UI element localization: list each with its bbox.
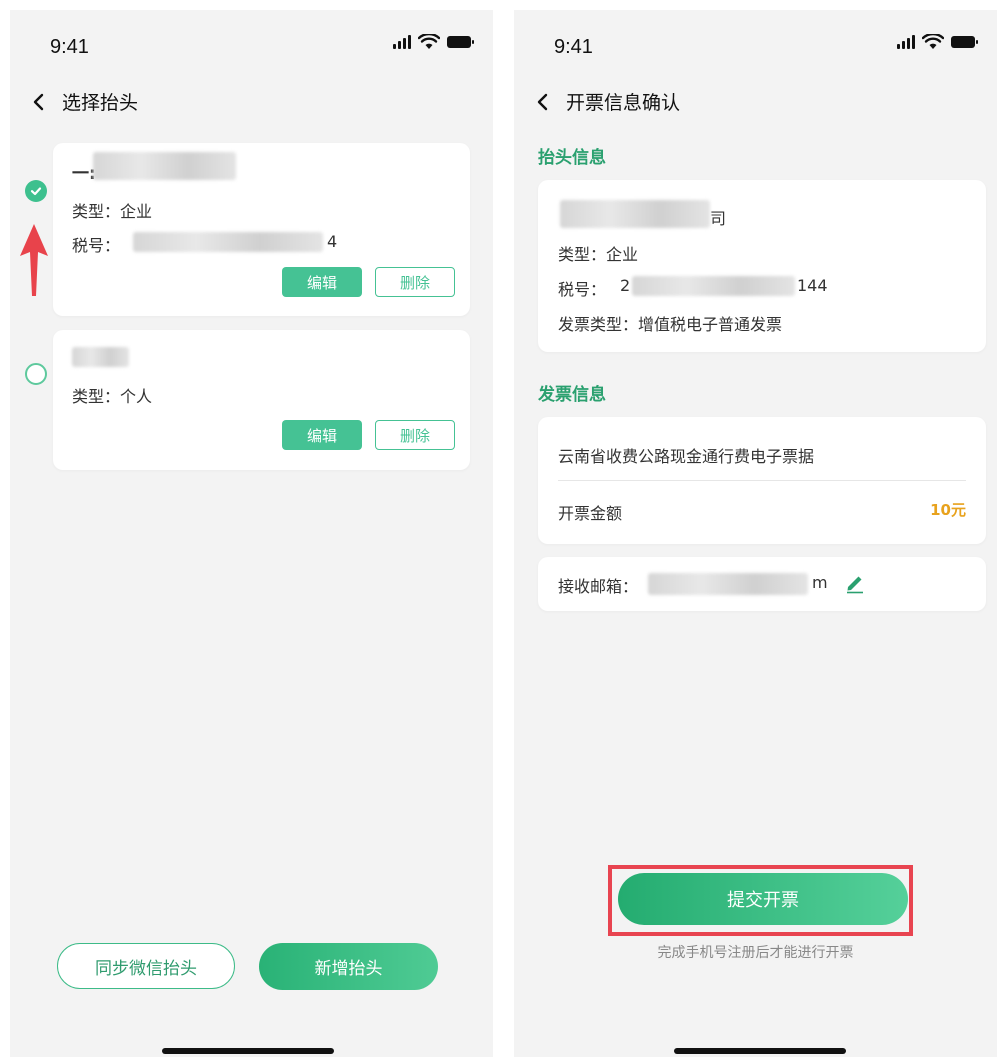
radio-selected-icon[interactable]	[25, 180, 47, 202]
delete-button[interactable]: 删除	[375, 420, 455, 450]
status-time: 9:41	[50, 36, 89, 58]
pencil-icon[interactable]	[844, 572, 866, 594]
header-info-section-title: 抬头信息	[538, 148, 606, 168]
home-indicator	[674, 1048, 846, 1054]
nav-bar: 开票信息确认	[534, 88, 680, 115]
header-card-company[interactable]: 一: 类型：企业 税号： 4 编辑 删除	[53, 143, 470, 316]
invoice-type: 发票类型：增值税电子普通发票	[558, 315, 783, 334]
delete-button[interactable]: 删除	[375, 267, 455, 297]
invoice-item: 云南省收费公路现金通行费电子票据	[558, 447, 815, 466]
header-tax-first: 2	[620, 276, 631, 295]
redacted-email	[648, 573, 808, 595]
edit-button[interactable]: 编辑	[282, 267, 362, 297]
add-header-button[interactable]: 新增抬头	[259, 943, 438, 990]
redacted-company-name	[560, 200, 710, 228]
nav-bar: 选择抬头	[30, 88, 138, 115]
header-tax-suffix: 144	[797, 276, 828, 295]
divider	[558, 480, 966, 481]
submit-invoice-button[interactable]: 提交开票	[618, 873, 908, 925]
wifi-icon	[922, 34, 944, 49]
header-type: 类型：企业	[72, 202, 153, 221]
back-icon[interactable]	[30, 91, 48, 113]
invoice-info-section-title: 发票信息	[538, 385, 606, 405]
invoice-confirm-screen: 9:41 开票信息确认 抬头信息 司 类型：企业 税号： 2 144 发票类型：…	[514, 10, 997, 1057]
home-indicator	[162, 1048, 334, 1054]
signal-icon	[897, 35, 915, 49]
redacted-tax	[632, 276, 795, 296]
header-tax-label: 税号：	[72, 236, 121, 255]
amount-value: 10元	[930, 501, 966, 519]
status-icons	[393, 34, 474, 50]
header-tax-label: 税号：	[558, 280, 607, 299]
submit-hint: 完成手机号注册后才能进行开票	[657, 945, 854, 961]
redacted-name	[93, 152, 236, 180]
email-label: 接收邮箱：	[558, 577, 639, 596]
wifi-icon	[418, 34, 440, 49]
red-arrow-annotation	[20, 224, 48, 296]
header-card-personal[interactable]: 类型：个人 编辑 删除	[53, 330, 470, 470]
back-icon[interactable]	[534, 91, 552, 113]
signal-icon	[393, 35, 411, 49]
status-icons	[897, 34, 978, 50]
email-card[interactable]: 接收邮箱： m	[538, 557, 986, 611]
page-title: 开票信息确认	[566, 92, 681, 114]
invoice-info-card: 云南省收费公路现金通行费电子票据 开票金额 10元	[538, 417, 986, 544]
amount-label: 开票金额	[558, 504, 623, 523]
edit-button[interactable]: 编辑	[282, 420, 362, 450]
sync-wechat-header-button[interactable]: 同步微信抬头	[57, 943, 235, 989]
email-suffix: m	[812, 573, 828, 592]
redacted-tax	[133, 232, 323, 252]
page-title: 选择抬头	[62, 92, 139, 114]
battery-icon	[951, 36, 978, 48]
status-time: 9:41	[554, 36, 593, 58]
battery-icon	[447, 36, 474, 48]
redacted-name	[72, 347, 129, 367]
select-header-screen: 9:41 选择抬头 一: 类型：企业 税号： 4 编辑 删除 类型：个人 编辑 …	[10, 10, 493, 1057]
header-tax-suffix: 4	[327, 232, 338, 251]
header-type: 类型：企业	[558, 245, 639, 264]
header-info-card: 司 类型：企业 税号： 2 144 发票类型：增值税电子普通发票	[538, 180, 986, 352]
header-type: 类型：个人	[72, 387, 153, 406]
radio-unselected-icon[interactable]	[25, 363, 47, 385]
company-name-suffix: 司	[710, 209, 727, 228]
